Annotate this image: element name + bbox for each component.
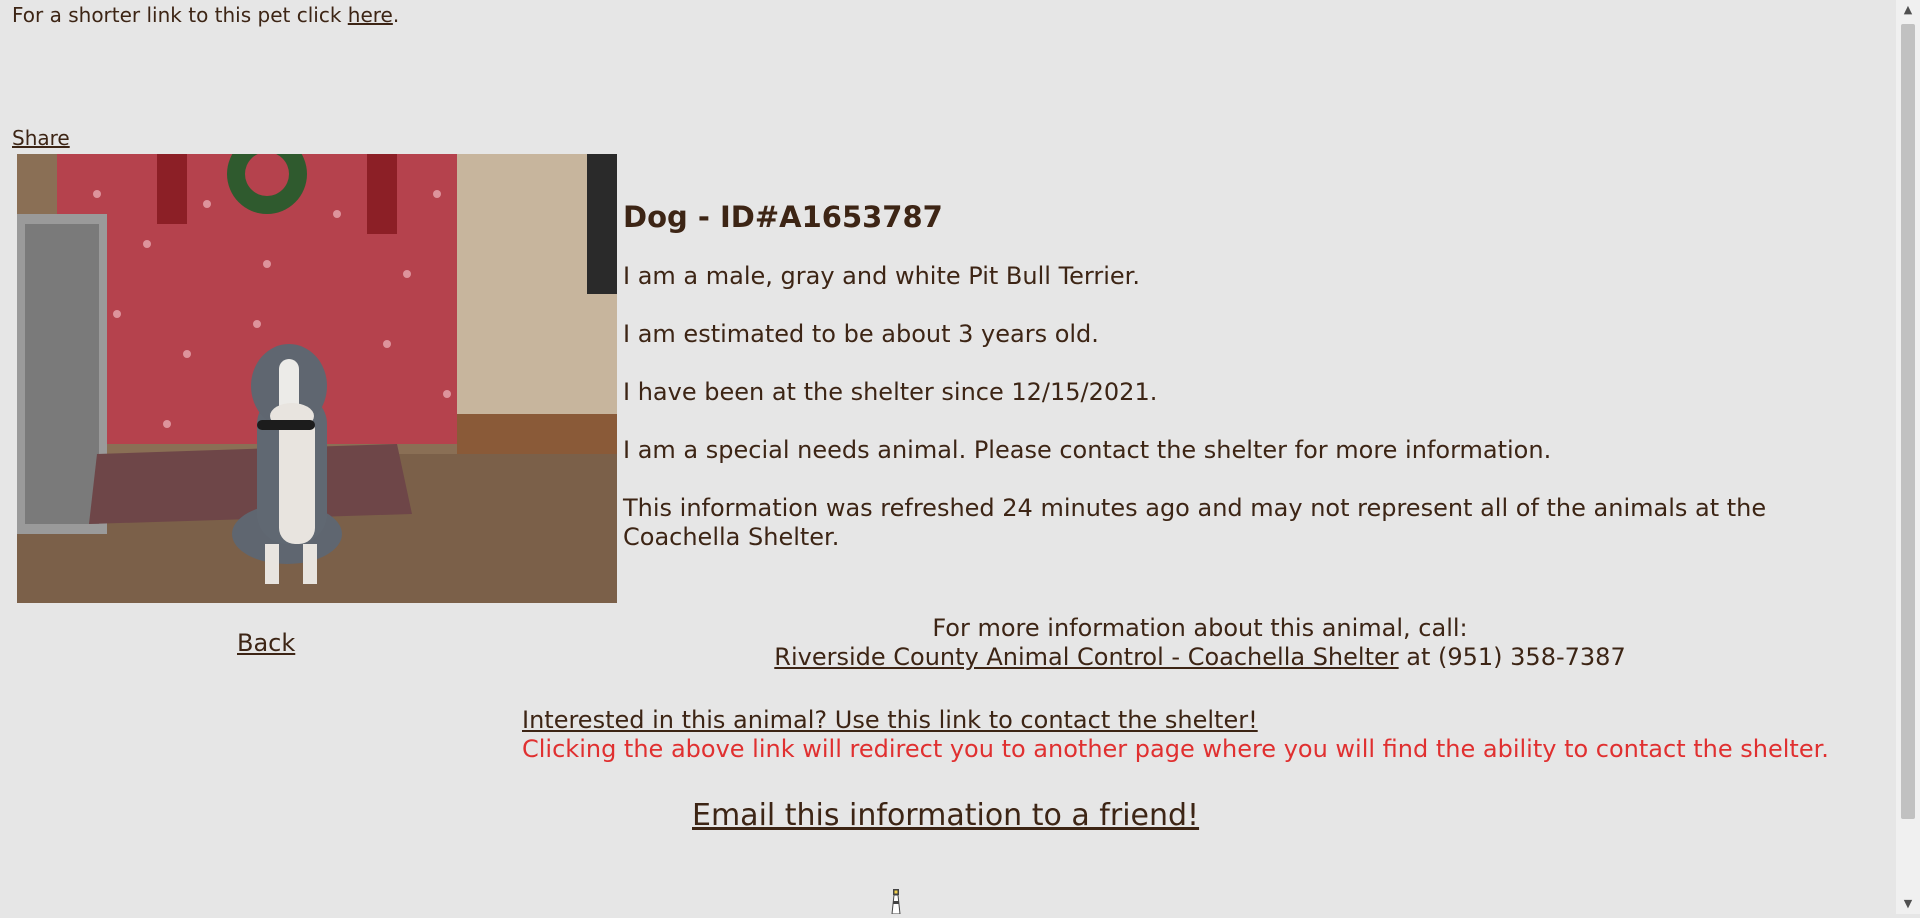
animal-special-needs: I am a special needs animal. Please cont… [623, 436, 1552, 464]
contact-line: Riverside County Animal Control - Coache… [623, 643, 1777, 672]
share-link[interactable]: Share [12, 126, 70, 150]
refresh-note: This information was refreshed 24 minute… [623, 494, 1767, 551]
scroll-up-arrow-icon[interactable]: ▲ [1896, 0, 1920, 20]
email-friend-link[interactable]: Email this information to a friend! [692, 798, 1199, 833]
contact-shelter-link[interactable]: Interested in this animal? Use this link… [522, 706, 1258, 734]
short-link-here[interactable]: here [348, 3, 393, 27]
page-scrollbar[interactable]: ▲ ▼ [1896, 0, 1920, 914]
back-link[interactable]: Back [237, 629, 295, 657]
shelter-link[interactable]: Riverside County Animal Control - Coache… [774, 643, 1398, 671]
interest-block: Interested in this animal? Use this link… [522, 706, 1829, 764]
animal-shelter-since: I have been at the shelter since 12/15/2… [623, 378, 1158, 406]
short-link-line: For a shorter link to this pet click her… [12, 3, 399, 27]
animal-description: I am a male, gray and white Pit Bull Ter… [623, 262, 1140, 290]
shelter-phone: at (951) 358-7387 [1398, 643, 1626, 671]
animal-age: I am estimated to be about 3 years old. [623, 320, 1099, 348]
contact-intro: For more information about this animal, … [932, 614, 1468, 642]
short-link-prefix: For a shorter link to this pet click [12, 3, 348, 27]
redirect-warning: Clicking the above link will redirect yo… [522, 735, 1829, 763]
short-link-suffix: . [392, 3, 400, 27]
animal-info: Dog - ID#A1653787 I am a male, gray and … [623, 200, 1803, 581]
lighthouse-icon [885, 887, 907, 915]
pet-photo [17, 154, 617, 603]
contact-block: For more information about this animal, … [623, 614, 1777, 672]
scroll-down-arrow-icon[interactable]: ▼ [1896, 894, 1920, 914]
scroll-thumb[interactable] [1901, 24, 1915, 819]
animal-heading: Dog - ID#A1653787 [623, 200, 943, 234]
